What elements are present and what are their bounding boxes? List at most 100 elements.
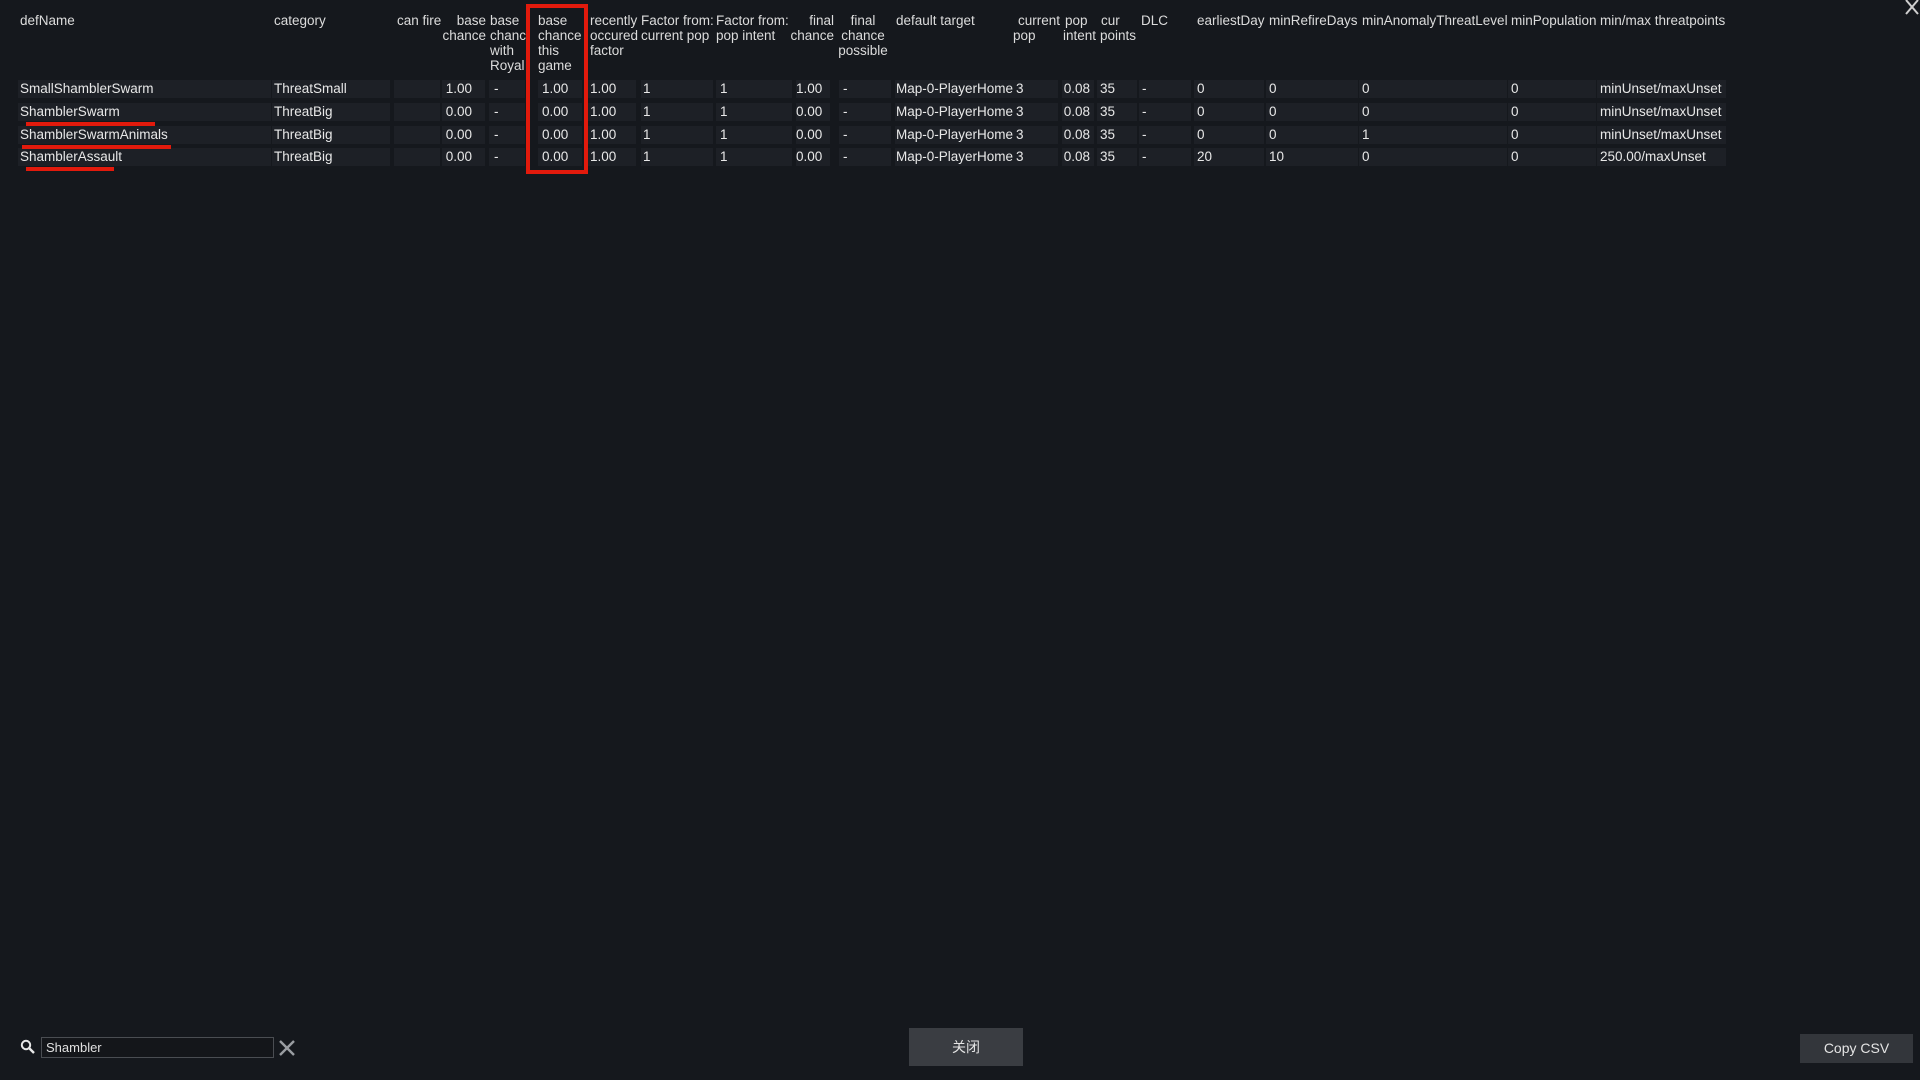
- cell-threatpoints: minUnset/maxUnset: [1600, 81, 1722, 96]
- cell-factor-pop-intent: 1: [720, 127, 728, 142]
- cell-default-target: Map-0-PlayerHome: [896, 149, 1014, 164]
- cell-background: [394, 148, 440, 166]
- cell-background: [1359, 126, 1507, 144]
- cell-base-chance-royal: -: [494, 149, 499, 164]
- cell-category: ThreatBig: [274, 127, 333, 142]
- header-default-target: default target: [896, 13, 975, 28]
- cell-final-possible: -: [843, 127, 848, 142]
- header-min-population: minPopulation: [1511, 13, 1597, 28]
- window-close-icon[interactable]: [1900, 0, 1920, 20]
- cell-background: [641, 103, 713, 121]
- cell-background: [641, 126, 713, 144]
- cell-background: [1508, 126, 1596, 144]
- header-final-chance: final chance: [790, 13, 834, 43]
- cell-background: [1508, 148, 1596, 166]
- cell-dlc: -: [1142, 149, 1147, 164]
- cell-min-refire: 0: [1269, 127, 1277, 142]
- cell-min-anomaly: 0: [1362, 81, 1370, 96]
- header-earliest-day: earliestDay: [1197, 13, 1265, 28]
- cell-base-chance: 1.00: [445, 81, 472, 96]
- cell-background: [1139, 126, 1191, 144]
- cell-recently: 1.00: [590, 104, 617, 119]
- cell-background: [1139, 80, 1191, 98]
- cell-factor-current-pop: 1: [643, 149, 651, 164]
- cell-min-refire: 0: [1269, 104, 1277, 119]
- cell-earliest-day: 0: [1197, 81, 1205, 96]
- cell-factor-current-pop: 1: [643, 81, 651, 96]
- header-cur-points: cur points: [1100, 13, 1137, 43]
- header-factor-pop-intent: Factor from: pop intent: [716, 13, 789, 43]
- cell-current-pop: 3: [1016, 104, 1024, 119]
- cell-final-chance: 0.00: [796, 127, 823, 142]
- cell-background: [1359, 148, 1507, 166]
- search-icon: [20, 1039, 36, 1055]
- cell-background: [1266, 103, 1358, 121]
- cell-threatpoints: minUnset/maxUnset: [1600, 127, 1722, 142]
- header-dlc: DLC: [1141, 13, 1169, 28]
- cell-dlc: -: [1142, 127, 1147, 142]
- cell-factor-pop-intent: 1: [720, 104, 728, 119]
- cell-min-anomaly: 1: [1362, 127, 1370, 142]
- cell-base-chance-royal: -: [494, 104, 499, 119]
- cell-threatpoints: minUnset/maxUnset: [1600, 104, 1722, 119]
- cell-final-possible: -: [843, 81, 848, 96]
- cell-earliest-day: 0: [1197, 127, 1205, 142]
- header-min-anomaly-threat-level: minAnomalyThreatLevel: [1362, 13, 1508, 28]
- cell-final-chance: 0.00: [796, 149, 823, 164]
- search-input[interactable]: [41, 1037, 274, 1058]
- cell-category: ThreatSmall: [274, 81, 347, 96]
- cell-threatpoints: 250.00/maxUnset: [1600, 149, 1706, 164]
- underline-shambler-assault: [26, 167, 114, 171]
- cell-defName[interactable]: ShamblerAssault: [20, 148, 122, 166]
- header-current-pop: current pop: [1013, 13, 1060, 43]
- cell-background: [1266, 80, 1358, 98]
- cell-defName[interactable]: ShamblerSwarm: [20, 103, 120, 121]
- cell-category: ThreatBig: [274, 104, 333, 119]
- cell-cur-points: 35: [1100, 149, 1116, 164]
- cell-base-chance: 0.00: [445, 127, 472, 142]
- cell-min-population: 0: [1511, 81, 1519, 96]
- underline-shambler-swarm: [26, 122, 155, 126]
- close-button[interactable]: 关闭: [909, 1028, 1023, 1066]
- cell-min-refire: 10: [1269, 149, 1285, 164]
- cell-dlc: -: [1142, 81, 1147, 96]
- underline-shambler-swarm-animals: [22, 145, 171, 149]
- cell-background: [1359, 80, 1507, 98]
- cell-background: [1508, 103, 1596, 121]
- cell-min-population: 0: [1511, 149, 1519, 164]
- cell-dlc: -: [1142, 104, 1147, 119]
- header-can-fire: can fire: [397, 13, 442, 28]
- cell-defName[interactable]: ShamblerSwarmAnimals: [20, 126, 168, 144]
- cell-min-refire: 0: [1269, 81, 1277, 96]
- cell-min-population: 0: [1511, 104, 1519, 119]
- cell-factor-pop-intent: 1: [720, 149, 728, 164]
- cell-background: [1508, 80, 1596, 98]
- cell-final-possible: -: [843, 104, 848, 119]
- cell-base-chance: 0.00: [445, 104, 472, 119]
- cell-base-chance-royal: -: [494, 127, 499, 142]
- header-base-chance-royal: base chanc with Royal: [490, 13, 527, 73]
- cell-cur-points: 35: [1100, 104, 1116, 119]
- cell-background: [394, 103, 440, 121]
- copy-csv-button[interactable]: Copy CSV: [1800, 1034, 1913, 1063]
- cell-defName[interactable]: SmallShamblerSwarm: [20, 80, 154, 98]
- cell-factor-current-pop: 1: [643, 104, 651, 119]
- cell-factor-current-pop: 1: [643, 127, 651, 142]
- header-factor-current-pop: Factor from: current pop: [641, 13, 714, 43]
- cell-current-pop: 3: [1016, 81, 1024, 96]
- clear-search-icon[interactable]: [277, 1038, 297, 1058]
- cell-pop-intent: 0.08: [1063, 149, 1090, 164]
- cell-current-pop: 3: [1016, 127, 1024, 142]
- header-recently-occured: recently occured factor: [590, 13, 639, 58]
- header-defname: defName: [20, 13, 75, 28]
- header-category: category: [274, 13, 326, 28]
- cell-earliest-day: 0: [1197, 104, 1205, 119]
- cell-pop-intent: 0.08: [1063, 127, 1090, 142]
- cell-background: [1359, 103, 1507, 121]
- cell-default-target: Map-0-PlayerHome: [896, 81, 1014, 96]
- cell-recently: 1.00: [590, 127, 617, 142]
- cell-final-chance: 1.00: [796, 81, 823, 96]
- cell-category: ThreatBig: [274, 149, 333, 164]
- cell-pop-intent: 0.08: [1063, 104, 1090, 119]
- header-final-chance-possible: final chance possible: [838, 13, 888, 58]
